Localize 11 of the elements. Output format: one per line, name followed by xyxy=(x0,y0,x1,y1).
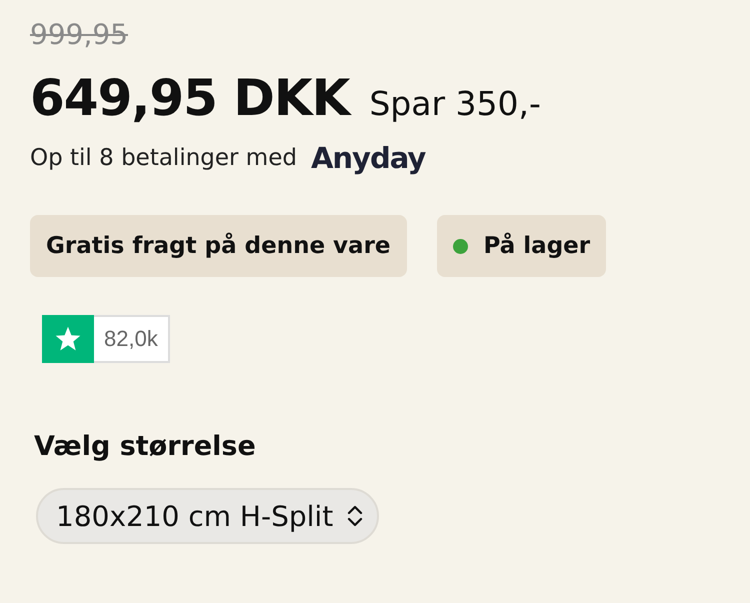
size-label: Vælg størrelse xyxy=(34,431,257,462)
caret-icon xyxy=(347,504,364,528)
payment-provider-logo: Anyday xyxy=(310,141,426,175)
price: 649,95 DKK xyxy=(30,69,350,127)
size-select[interactable]: 180x210 cm H-Split xyxy=(36,488,380,544)
installments-text: Op til 8 betalinger med xyxy=(30,145,297,171)
old-price: 999,95 xyxy=(30,18,128,51)
stock-text: På lager xyxy=(484,233,590,259)
review-count: 82,0k xyxy=(94,315,170,363)
savings-text: Spar 350,- xyxy=(369,84,541,123)
shipping-badge: Gratis fragt på denne vare xyxy=(30,215,407,277)
